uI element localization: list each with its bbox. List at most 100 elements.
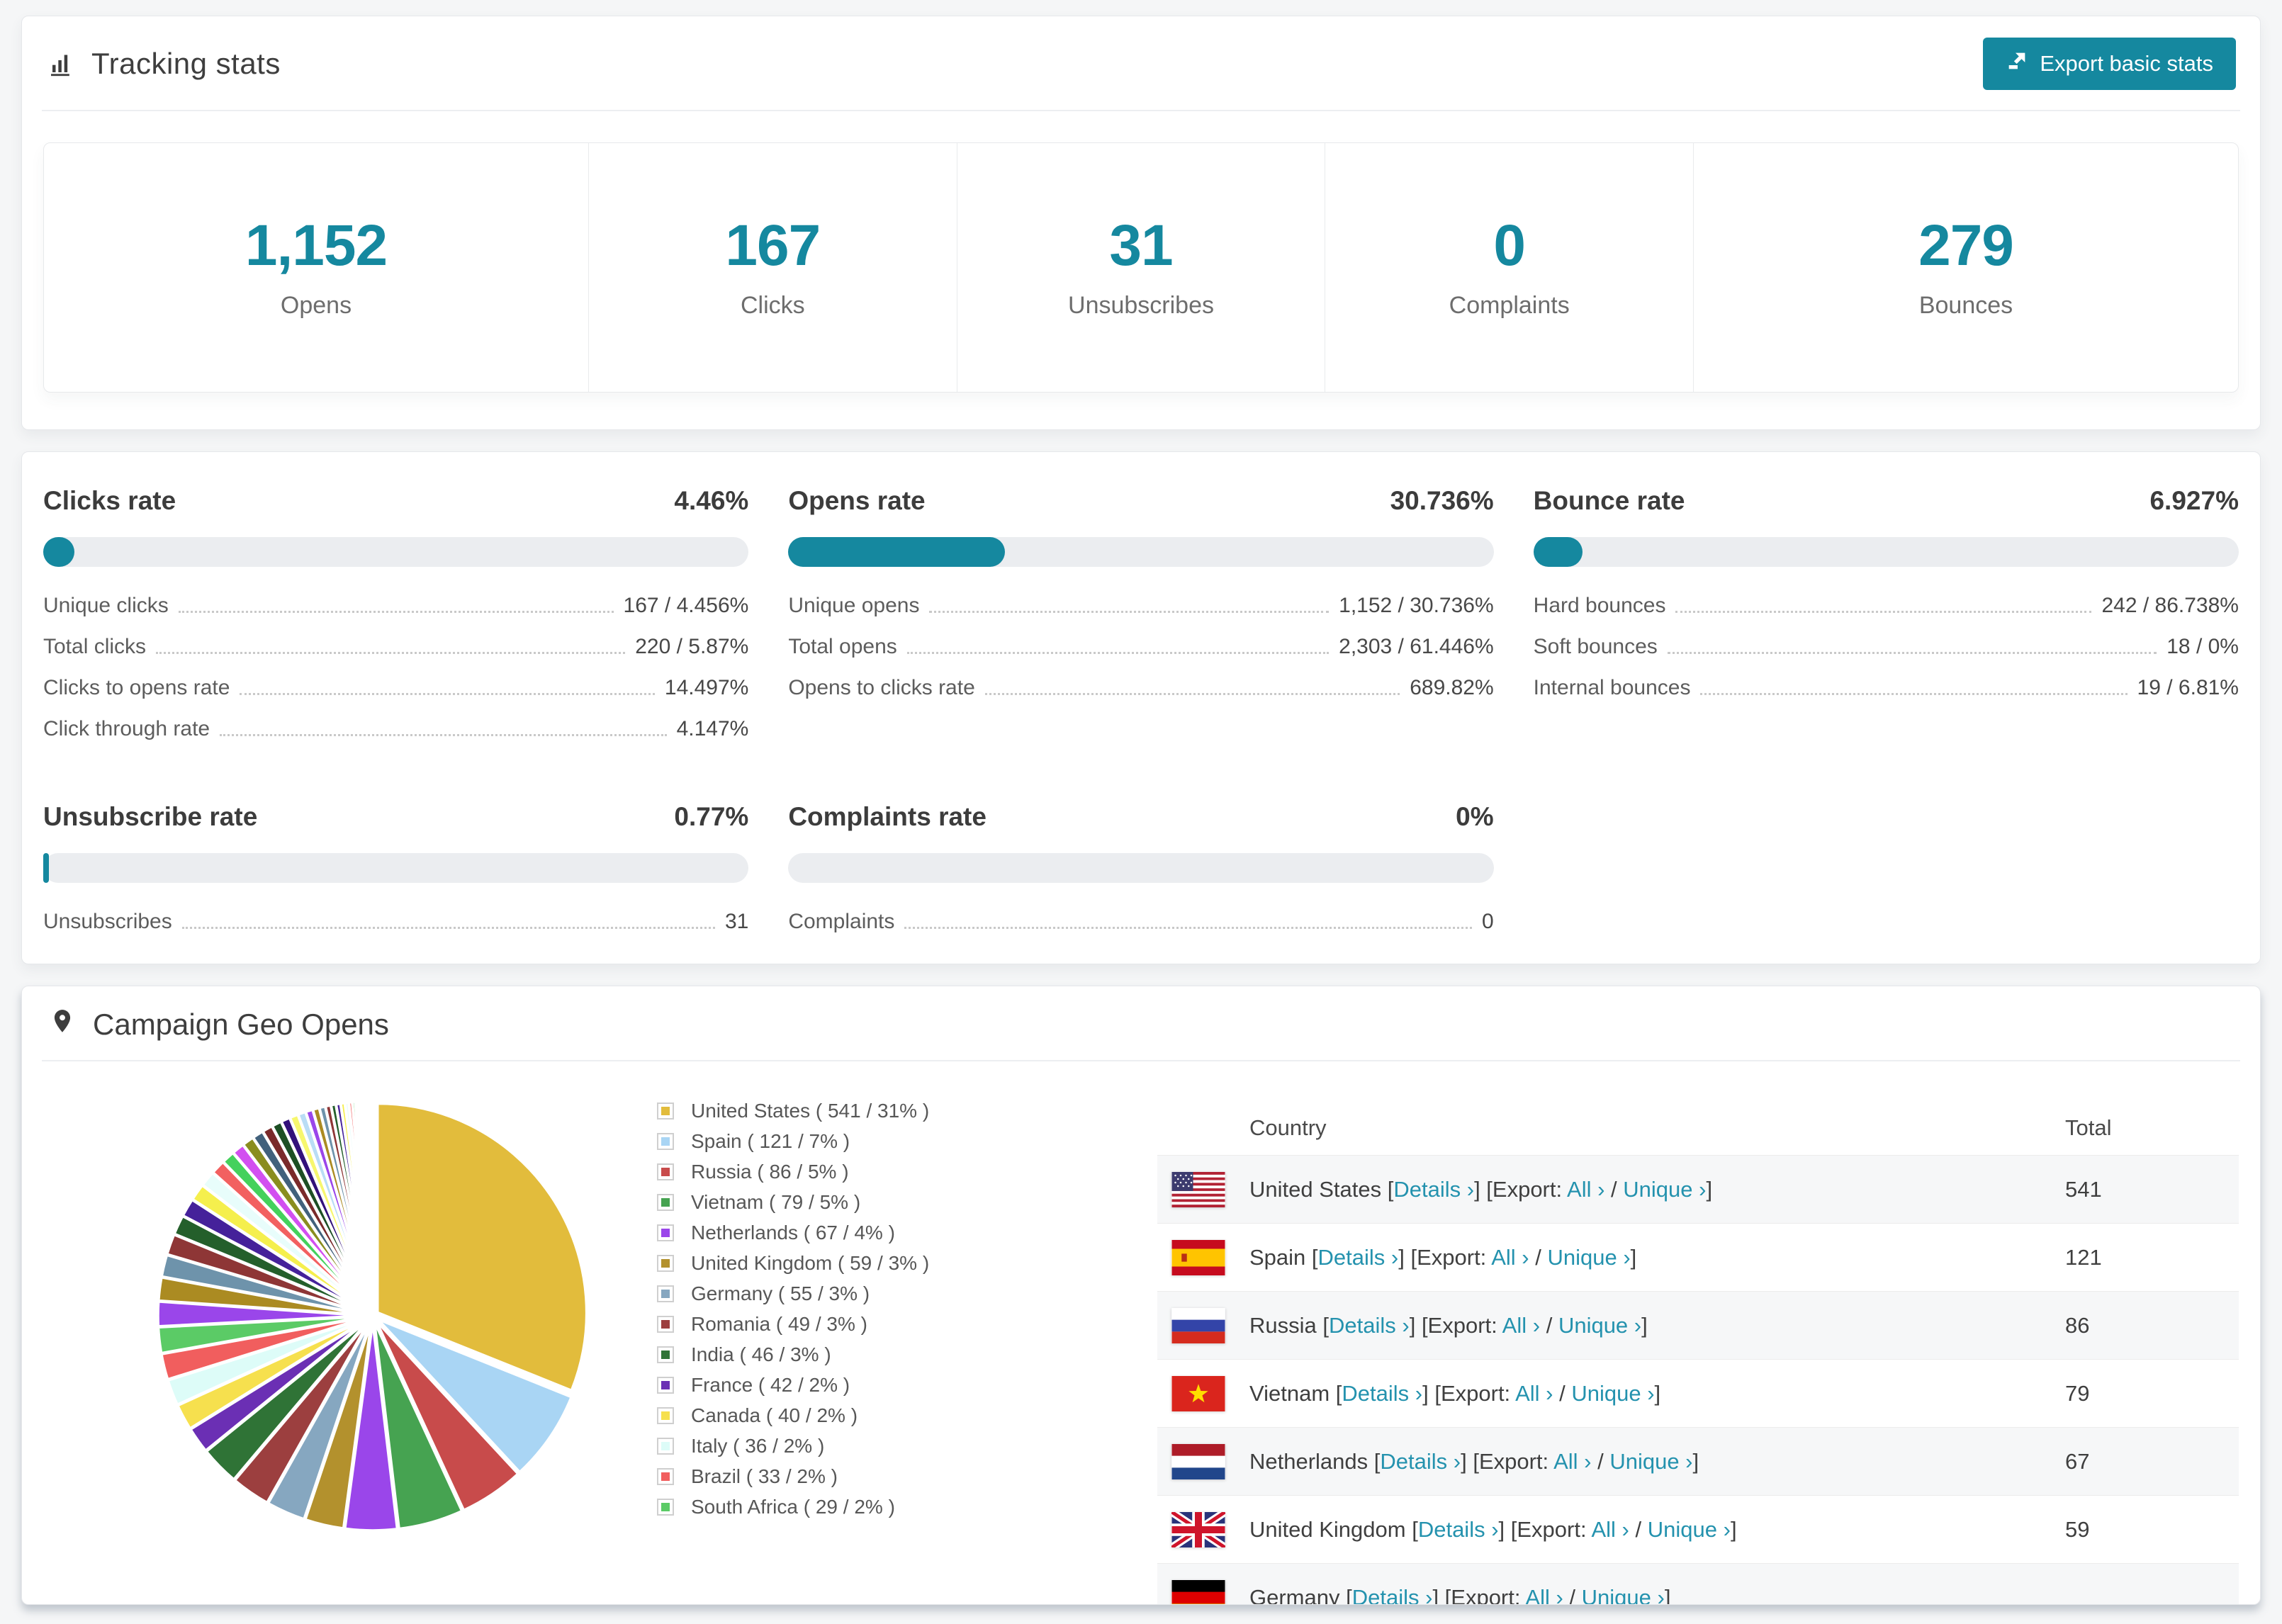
legend-item-france[interactable]: France ( 42 / 2% ) <box>658 1370 1112 1400</box>
legend-label: Netherlands ( 67 / 4% ) <box>691 1221 895 1244</box>
rate-detail-value: 19 / 6.81% <box>2137 676 2239 699</box>
rate-title: Clicks rate <box>43 486 176 515</box>
rate-detail-row: Hard bounces 242 / 86.738% <box>1534 594 2239 618</box>
geo-opens-header: Campaign Geo Opens <box>22 986 2260 1060</box>
legend-color-swatch <box>658 1438 673 1453</box>
rate-detail-value: 0 <box>1481 910 1494 933</box>
details-link[interactable]: Details › <box>1393 1177 1474 1202</box>
stat-label: Complaints <box>1449 292 1570 319</box>
rate-detail-label: Soft bounces <box>1533 635 1658 658</box>
geo-table-row-es: Spain [Details ›] [Export: All › / Uniqu… <box>1157 1223 2239 1292</box>
export-unique-link[interactable]: Unique › <box>1547 1245 1630 1270</box>
bar-chart-icon <box>47 50 76 78</box>
stat-label: Bounces <box>1918 292 2013 319</box>
legend-color-swatch <box>658 1316 673 1331</box>
export-unique-link[interactable]: Unique › <box>1571 1381 1654 1406</box>
rate-detail-value: 14.497% <box>664 676 749 699</box>
export-all-link[interactable]: All › <box>1553 1449 1591 1474</box>
pie-slice-other[interactable] <box>371 1099 374 1311</box>
legend-item-germany[interactable]: Germany ( 55 / 3% ) <box>658 1278 1112 1309</box>
country-name: Spain <box>1249 1244 1306 1270</box>
export-unique-link[interactable]: Unique › <box>1558 1313 1641 1338</box>
rate-detail-label: Total clicks <box>43 635 147 658</box>
legend-label: Brazil ( 33 / 2% ) <box>691 1465 838 1487</box>
summary-stat-bounces: 279 Bounces <box>1693 143 2238 392</box>
bracket: [ <box>1322 1312 1330 1338</box>
legend-item-russia[interactable]: Russia ( 86 / 5% ) <box>658 1156 1112 1187</box>
rate-title: Bounce rate <box>1533 486 1685 515</box>
bracket-close: ] <box>1641 1312 1648 1338</box>
rate-progress-fill <box>43 537 75 567</box>
rate-progress-fill <box>788 537 1006 567</box>
legend-label: Russia ( 86 / 5% ) <box>691 1160 849 1183</box>
legend-item-italy[interactable]: Italy ( 36 / 2% ) <box>658 1431 1112 1461</box>
bracket-close: ] <box>1706 1176 1713 1202</box>
slash-separator: / <box>1535 1244 1541 1270</box>
export-basic-stats-button[interactable]: Export basic stats <box>1983 38 2236 90</box>
export-all-link[interactable]: All › <box>1591 1517 1629 1542</box>
geo-table-row-nl: Netherlands [Details ›] [Export: All › /… <box>1157 1427 2239 1496</box>
legend-item-romania[interactable]: Romania ( 49 / 3% ) <box>658 1309 1112 1339</box>
legend-item-india[interactable]: India ( 46 / 3% ) <box>658 1339 1112 1370</box>
export-unique-link[interactable]: Unique › <box>1623 1177 1706 1202</box>
export-label: ] [Export: <box>1398 1244 1487 1270</box>
legend-item-vietnam[interactable]: Vietnam ( 79 / 5% ) <box>658 1187 1112 1217</box>
export-unique-link[interactable]: Unique › <box>1609 1449 1692 1474</box>
rate-progress-bar <box>43 853 749 883</box>
bracket-close: ] <box>1692 1448 1699 1474</box>
legend-item-canada[interactable]: Canada ( 40 / 2% ) <box>658 1400 1112 1431</box>
stat-value: 279 <box>1918 213 2014 278</box>
flag-de-icon <box>1171 1579 1225 1604</box>
legend-color-swatch <box>658 1103 673 1118</box>
rate-value: 4.46% <box>674 486 749 515</box>
stat-label: Clicks <box>741 292 805 319</box>
legend-item-spain[interactable]: Spain ( 121 / 7% ) <box>658 1126 1112 1156</box>
flag-us-icon <box>1171 1171 1225 1207</box>
country-total: 86 <box>2065 1291 2239 1360</box>
flag-gb-icon <box>1171 1511 1225 1547</box>
export-label: ] [Export: <box>1432 1584 1521 1605</box>
flag-nl-icon <box>1171 1443 1225 1479</box>
country-total: 59 <box>2065 1495 2239 1564</box>
export-all-link[interactable]: All › <box>1567 1177 1604 1202</box>
rates-card: Clicks rate 4.46% Unique clicks 167 / 4.… <box>21 451 2261 964</box>
export-unique-link[interactable]: Unique › <box>1648 1517 1731 1542</box>
details-link[interactable]: Details › <box>1318 1245 1399 1270</box>
legend-item-united-kingdom[interactable]: United Kingdom ( 59 / 3% ) <box>658 1248 1112 1278</box>
export-label: ] [Export: <box>1461 1448 1549 1474</box>
export-all-link[interactable]: All › <box>1491 1245 1529 1270</box>
details-link[interactable]: Details › <box>1342 1381 1422 1406</box>
export-unique-link[interactable]: Unique › <box>1582 1585 1665 1604</box>
legend-label: United Kingdom ( 59 / 3% ) <box>691 1251 930 1274</box>
dotted-leader <box>929 611 1330 613</box>
pie-legend: United States ( 541 / 31% ) Spain ( 121 … <box>658 1095 1112 1522</box>
rate-section-unsubscribe-rate: Unsubscribe rate 0.77% Unsubscribes 31 <box>43 802 749 934</box>
details-link[interactable]: Details › <box>1329 1313 1410 1338</box>
dotted-leader <box>904 927 1472 929</box>
details-link[interactable]: Details › <box>1418 1517 1499 1542</box>
legend-item-united-states[interactable]: United States ( 541 / 31% ) <box>658 1095 1112 1126</box>
map-pin-icon <box>49 1008 76 1042</box>
country-total: 541 <box>2065 1155 2239 1224</box>
export-all-link[interactable]: All › <box>1525 1585 1563 1604</box>
legend-item-netherlands[interactable]: Netherlands ( 67 / 4% ) <box>658 1217 1112 1248</box>
dotted-leader <box>240 693 655 695</box>
slash-separator: / <box>1611 1176 1617 1202</box>
details-link[interactable]: Details › <box>1352 1585 1433 1604</box>
summary-stat-opens: 1,152 Opens <box>44 143 588 392</box>
country-name: United States <box>1249 1176 1382 1202</box>
export-all-link[interactable]: All › <box>1502 1313 1540 1338</box>
legend-color-swatch <box>658 1377 673 1392</box>
rate-progress-fill <box>43 853 49 883</box>
legend-color-swatch <box>658 1225 673 1240</box>
column-header-country: Country <box>1249 1115 1327 1140</box>
details-link[interactable]: Details › <box>1380 1449 1461 1474</box>
country-name: Vietnam <box>1249 1380 1330 1406</box>
legend-label: Vietnam ( 79 / 5% ) <box>691 1190 861 1213</box>
page-title: Tracking stats <box>91 47 281 80</box>
export-all-link[interactable]: All › <box>1515 1381 1553 1406</box>
legend-item-brazil[interactable]: Brazil ( 33 / 2% ) <box>658 1461 1112 1492</box>
rate-detail-value: 220 / 5.87% <box>635 635 749 658</box>
legend-item-south-africa[interactable]: South Africa ( 29 / 2% ) <box>658 1492 1112 1522</box>
stat-value: 167 <box>725 213 821 278</box>
